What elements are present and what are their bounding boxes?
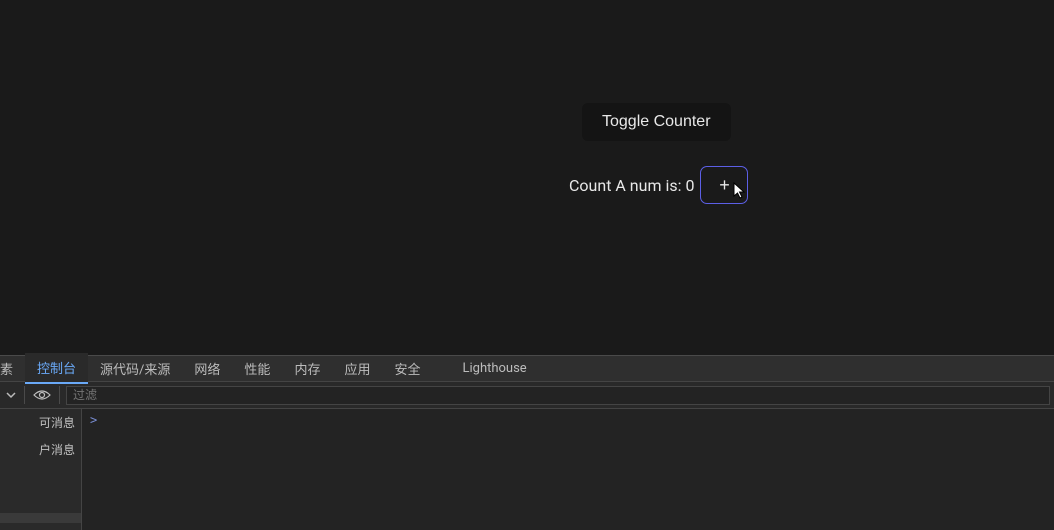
increment-button[interactable]: + (700, 166, 748, 204)
eye-icon[interactable] (31, 387, 53, 403)
app-viewport: Toggle Counter Count A num is: 0 + (0, 0, 1054, 355)
counter-row: Count A num is: 0 + (569, 166, 748, 204)
tab-sources[interactable]: 源代码/来源 (88, 354, 182, 383)
tab-memory[interactable]: 内存 (282, 354, 332, 383)
devtools-panel: 素 控制台 源代码/来源 网络 性能 内存 应用 安全 Lighthouse 可… (0, 355, 1054, 530)
tab-elements[interactable]: 素 (0, 354, 25, 383)
tab-console[interactable]: 控制台 (25, 353, 88, 384)
tab-lighthouse[interactable]: Lighthouse (450, 356, 538, 381)
tab-application[interactable]: 应用 (332, 354, 382, 383)
sidebar-item-selected[interactable] (0, 513, 81, 523)
toolbar-divider (59, 386, 60, 404)
filter-input[interactable] (66, 386, 1050, 405)
devtools-tabs: 素 控制台 源代码/来源 网络 性能 内存 应用 安全 Lighthouse (0, 356, 1054, 382)
toolbar-divider (24, 386, 25, 404)
toggle-counter-button[interactable]: Toggle Counter (582, 103, 731, 141)
tab-security[interactable]: 安全 (382, 354, 432, 383)
console-output[interactable]: > (82, 409, 1054, 530)
context-dropdown[interactable] (4, 387, 18, 403)
devtools-body: 可消息 户消息 > (0, 409, 1054, 530)
console-sidebar: 可消息 户消息 (0, 409, 82, 530)
tab-network[interactable]: 网络 (182, 354, 232, 383)
tab-performance[interactable]: 性能 (232, 354, 282, 383)
counter-text: Count A num is: 0 (569, 176, 694, 195)
devtools-toolbar (0, 382, 1054, 409)
console-prompt-icon: > (90, 413, 97, 427)
sidebar-item-messages-1[interactable]: 可消息 (0, 409, 81, 436)
sidebar-item-messages-2[interactable]: 户消息 (0, 436, 81, 463)
